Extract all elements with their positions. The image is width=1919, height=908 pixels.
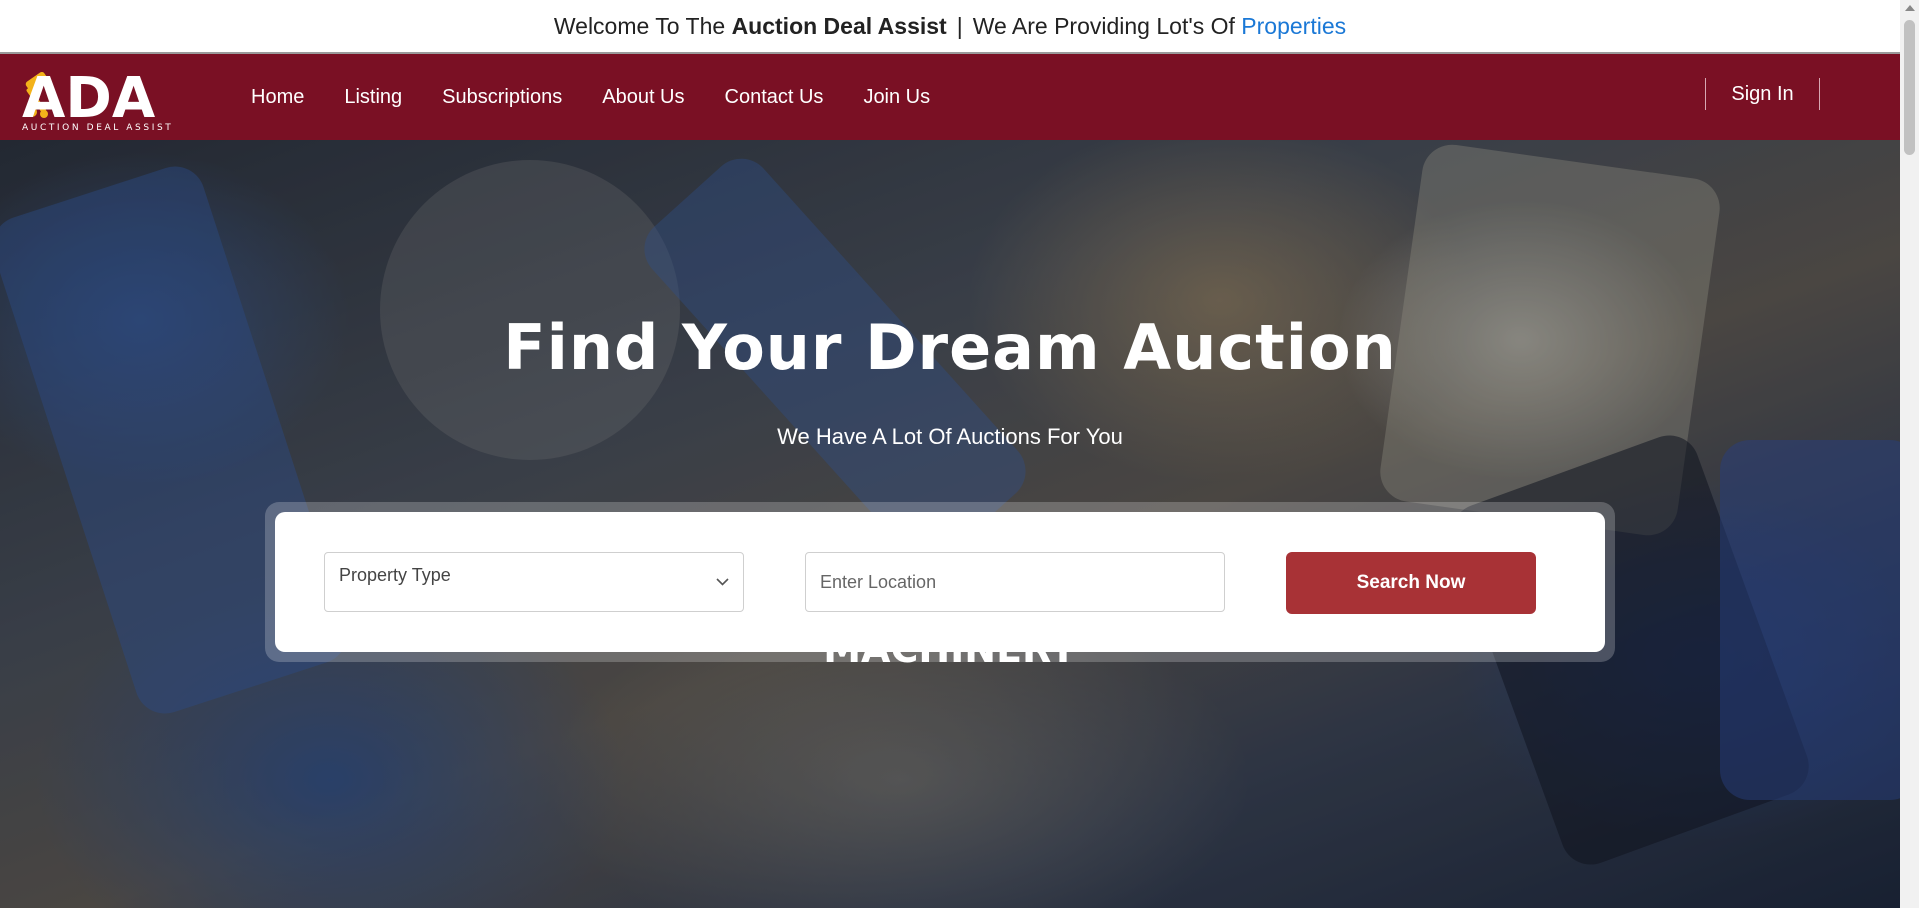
- welcome-prefix: Welcome To The: [553, 12, 726, 39]
- logo-letters: ADA: [22, 66, 156, 131]
- welcome-brand: Auction Deal Assist: [731, 12, 947, 39]
- scroll-up-arrow-icon[interactable]: [1905, 5, 1915, 11]
- nav-listing[interactable]: Listing: [324, 86, 422, 109]
- hero-subtitle: We Have A Lot Of Auctions For You: [777, 424, 1123, 449]
- page-scrollbar[interactable]: [1900, 0, 1919, 908]
- location-input[interactable]: [805, 552, 1225, 612]
- ada-logo-graphic: ADA AUCTION DEAL ASSIST: [22, 66, 173, 133]
- sign-in-link[interactable]: Sign In: [1731, 83, 1793, 106]
- chevron-down-icon: [716, 578, 729, 586]
- nav-menu: Home Listing Subscriptions About Us Cont…: [231, 54, 950, 140]
- property-type-label: Property Type: [339, 565, 451, 585]
- main-navbar: ADA AUCTION DEAL ASSIST Home Listing Sub…: [0, 54, 1900, 140]
- properties-link[interactable]: Properties: [1241, 13, 1346, 40]
- sign-in-area: Sign In: [1705, 78, 1820, 110]
- nav-about-us[interactable]: About Us: [582, 86, 704, 109]
- welcome-bar: Welcome To The Auction Deal Assist | We …: [0, 0, 1900, 54]
- nav-contact-us[interactable]: Contact Us: [705, 86, 844, 109]
- hero-title: Find Your Dream Auction: [503, 311, 1397, 384]
- welcome-providing: We Are Providing Lot's Of: [972, 12, 1235, 39]
- welcome-separator: |: [956, 12, 963, 39]
- scrollbar-thumb[interactable]: [1904, 20, 1915, 155]
- nav-join-us[interactable]: Join Us: [843, 86, 950, 109]
- nav-home[interactable]: Home: [231, 86, 324, 109]
- site-logo[interactable]: ADA AUCTION DEAL ASSIST: [18, 62, 183, 133]
- search-now-button[interactable]: Search Now: [1286, 552, 1536, 614]
- category-heading: MACHINERY: [823, 627, 1077, 671]
- nav-subscriptions[interactable]: Subscriptions: [422, 86, 582, 109]
- logo-tagline: AUCTION DEAL ASSIST: [22, 123, 173, 132]
- property-type-select[interactable]: Property Type: [324, 552, 744, 612]
